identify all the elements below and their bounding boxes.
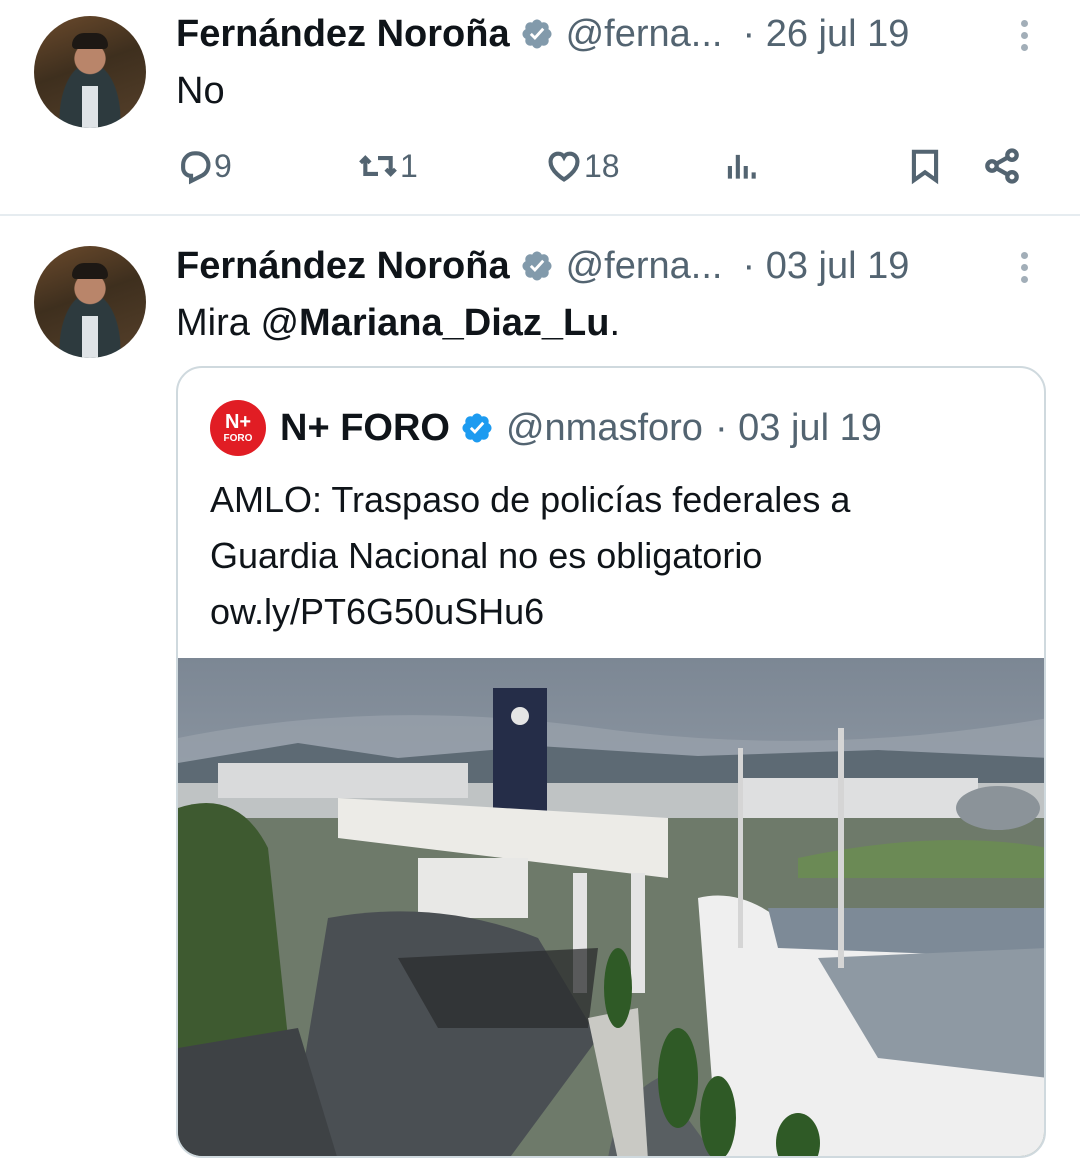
quote-date[interactable]: · 03 jul 19	[715, 407, 882, 450]
reply-count: 9	[214, 147, 232, 184]
bookmark-icon	[911, 149, 939, 185]
author-name[interactable]: Fernández Noroña	[176, 245, 510, 288]
tweet-text: Mira @Mariana_Diaz_Lu.	[176, 302, 620, 345]
quote-text-line: AMLO: Traspaso de policías federales a	[210, 479, 851, 520]
logo-subtext: FORO	[223, 433, 253, 444]
share-icon	[985, 148, 1019, 184]
logo-text: N+	[224, 411, 252, 433]
verified-badge-icon	[522, 251, 552, 281]
police-headquarters-photo	[178, 658, 1044, 1156]
more-icon[interactable]	[1014, 252, 1034, 288]
bookmark-button[interactable]	[906, 140, 944, 192]
mention-link[interactable]: Mariana_Diaz_Lu	[299, 302, 609, 344]
tweet-header: Fernández Noroña @ferna... · 26 jul 19	[176, 10, 1046, 58]
news-photo[interactable]	[178, 658, 1044, 1156]
tweet-date[interactable]: · 26 jul 19	[742, 13, 909, 56]
tweet-text-suffix: .	[609, 302, 621, 344]
tweet-text: No	[176, 70, 225, 112]
author-avatar[interactable]	[34, 16, 146, 128]
views-icon	[727, 154, 756, 179]
author-handle[interactable]: @ferna...	[566, 245, 723, 288]
like-count: 18	[584, 147, 620, 184]
more-icon[interactable]	[1014, 20, 1034, 56]
verified-badge-icon	[522, 19, 552, 49]
tweet-date[interactable]: · 03 jul 19	[742, 245, 909, 288]
like-icon	[548, 151, 580, 182]
tweet-header: Fernández Noroña @ferna... · 03 jul 19	[176, 242, 1046, 290]
reply-button[interactable]: 9	[176, 140, 232, 192]
quote-link[interactable]: ow.ly/PT6G50uSHu6	[210, 584, 1020, 640]
verified-badge-icon	[462, 413, 492, 443]
quote-text-line: Guardia Nacional no es obligatorio	[210, 535, 763, 576]
tweet-actions: 9 1 18	[176, 140, 1036, 192]
author-avatar[interactable]	[34, 246, 146, 358]
nmas-foro-logo[interactable]: N+ FORO	[210, 400, 266, 456]
tweet-1[interactable]: Fernández Noroña @ferna... · 26 jul 19 N…	[0, 0, 1080, 214]
retweet-icon	[359, 155, 397, 177]
quoted-tweet[interactable]: N+ FORO N+ FORO @nmasforo · 03 jul 19 AM…	[176, 366, 1046, 1158]
author-handle[interactable]: @ferna...	[566, 13, 723, 56]
author-name[interactable]: Fernández Noroña	[176, 13, 510, 56]
retweet-count: 1	[400, 147, 418, 184]
reply-icon	[181, 151, 211, 185]
retweet-button[interactable]: 1	[356, 140, 418, 192]
quote-text: AMLO: Traspaso de policías federales a G…	[210, 472, 1020, 640]
tweet-text-prefix: Mira @	[176, 302, 300, 344]
quote-header: N+ FORO N+ FORO @nmasforo · 03 jul 19	[210, 400, 882, 456]
quote-author-handle[interactable]: @nmasforo	[506, 407, 703, 450]
like-button[interactable]: 18	[544, 140, 620, 192]
share-button[interactable]	[982, 140, 1022, 192]
quote-author-name[interactable]: N+ FORO	[280, 407, 450, 450]
views-button[interactable]	[722, 140, 760, 192]
